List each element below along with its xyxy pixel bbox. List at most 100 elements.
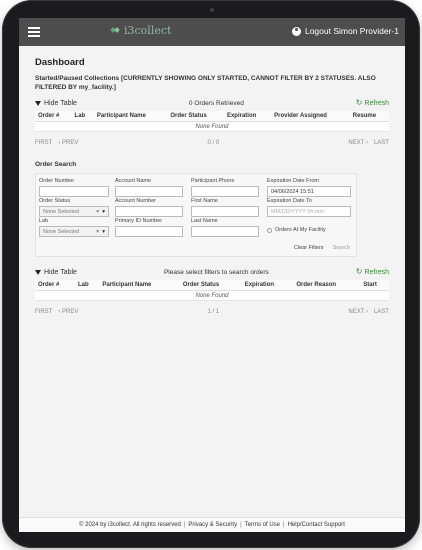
- table-row: None Found: [35, 121, 389, 132]
- terms-link[interactable]: Terms of Use: [245, 522, 280, 528]
- search-results-table: Order # Lab Participant Name Order Status Ex…: [35, 280, 389, 301]
- camera-dot: [210, 8, 214, 12]
- next-page-button[interactable]: NEXT ›: [348, 309, 368, 315]
- last-name-label: Last Name: [191, 218, 218, 224]
- footer-separator: |: [183, 522, 186, 528]
- prev-page-button[interactable]: ‹ PREV: [58, 309, 78, 315]
- main-content: Dashboard Started/Paused Collections [CU…: [19, 46, 405, 532]
- column-header: Start: [360, 280, 389, 291]
- footer-separator: |: [283, 522, 285, 528]
- expiration-to-input[interactable]: MM/DD/YYYY hh:mm: [267, 206, 351, 217]
- expiration-to-field: Expiration Date To MM/DD/YYYY hh:mm: [267, 198, 351, 217]
- privacy-link[interactable]: Privacy & Security: [188, 522, 237, 528]
- lab-field: Lab None Selected × ▾: [39, 218, 109, 237]
- footer-separator: |: [240, 522, 242, 528]
- expiration-from-input[interactable]: 04/06/2024 15:51: [267, 186, 351, 197]
- hide-table-label: Hide Table: [44, 268, 77, 276]
- column-header: Participant Name: [93, 111, 168, 122]
- page-title: Dashboard: [35, 57, 85, 68]
- order-number-input[interactable]: [39, 186, 109, 197]
- orders-retrieved-status: 0 Orders Retrieved: [188, 99, 244, 107]
- expiration-from-label: Expiration Date From: [267, 178, 319, 184]
- column-header: Expiration: [241, 280, 294, 291]
- next-label: NEXT: [348, 140, 365, 146]
- table-header-row: Order # Lab Participant Name Order Status Ex…: [35, 280, 389, 291]
- column-header: Order Status: [167, 111, 224, 122]
- order-status-field: Order Status None Selected × ▾: [39, 198, 109, 217]
- refresh-label: Refresh: [364, 99, 389, 107]
- account-number-label: Account Number: [115, 198, 156, 204]
- clear-selection-icon[interactable]: ×: [96, 209, 99, 215]
- facility-checkbox[interactable]: [267, 227, 272, 233]
- tablet-frame: i3collect Logout Simon Provider-1 Dashbo…: [2, 0, 420, 548]
- clear-filters-button[interactable]: Clear Filters: [294, 245, 324, 251]
- column-header: Resume: [349, 111, 389, 122]
- copyright-text: © 2024 by i3collect. All rights reserved: [79, 522, 181, 528]
- account-number-field: Account Number: [115, 198, 183, 217]
- facility-checkbox-label: Orders At My Facility: [275, 227, 326, 233]
- refresh-button[interactable]: ↻ Refresh: [356, 268, 389, 276]
- account-number-input[interactable]: [115, 206, 183, 217]
- clear-selection-icon[interactable]: ×: [96, 229, 99, 235]
- last-name-field: Last Name: [191, 218, 259, 237]
- first-name-label: First Name: [191, 198, 218, 204]
- empty-message: None Found: [35, 121, 389, 132]
- order-search-form: Order Number Account Name Participant Ph…: [35, 173, 357, 257]
- search-button[interactable]: Search: [333, 245, 350, 251]
- column-header: Provider Assigned: [271, 111, 350, 122]
- column-header: Expiration: [223, 111, 272, 122]
- first-page-button[interactable]: FIRST: [35, 140, 52, 146]
- app-screen: i3collect Logout Simon Provider-1 Dashbo…: [19, 18, 405, 532]
- brand-diamond-icon: [111, 26, 120, 35]
- expiration-from-field: Expiration Date From 04/06/2024 15:51: [267, 178, 351, 197]
- hide-table-toggle[interactable]: Hide Table: [35, 269, 77, 276]
- primary-id-label: Primary ID Number: [115, 218, 163, 224]
- column-header: Order Reason: [293, 280, 361, 291]
- primary-id-input[interactable]: [115, 226, 183, 237]
- chevron-down-icon[interactable]: ▾: [102, 229, 105, 235]
- participant-phone-field: Participant Phone: [191, 178, 259, 197]
- participant-phone-input[interactable]: [191, 186, 259, 197]
- collapse-triangle-icon: [35, 269, 41, 275]
- chevron-down-icon[interactable]: ▾: [102, 209, 105, 215]
- order-status-select[interactable]: None Selected × ▾: [39, 206, 109, 217]
- search-pager: FIRST ‹ PREV 1 / 1 NEXT › LAST: [35, 308, 389, 316]
- collections-table-header: Hide Table 0 Orders Retrieved ↻ Refresh: [35, 98, 389, 108]
- account-name-label: Account Name: [115, 178, 152, 184]
- refresh-icon: ↻: [355, 267, 363, 276]
- refresh-label: Refresh: [364, 268, 389, 276]
- column-header: Lab: [74, 280, 100, 291]
- filter-note: Started/Paused Collections [CURRENTLY SH…: [35, 75, 376, 91]
- hide-table-toggle[interactable]: Hide Table: [35, 100, 77, 107]
- last-page-button[interactable]: LAST: [374, 140, 389, 146]
- help-link[interactable]: Help/Contact Support: [288, 522, 345, 528]
- first-name-input[interactable]: [191, 206, 259, 217]
- search-status: Please select filters to search orders: [163, 268, 269, 276]
- order-number-label: Order Number: [39, 178, 75, 184]
- expiration-to-label: Expiration Date To: [267, 198, 312, 204]
- lab-select[interactable]: None Selected × ▾: [39, 226, 109, 237]
- account-name-input[interactable]: [115, 186, 183, 197]
- column-header: Order #: [35, 111, 72, 122]
- next-page-button[interactable]: NEXT ›: [348, 140, 368, 146]
- collapse-triangle-icon: [35, 100, 41, 106]
- search-table-header: Hide Table Please select filters to sear…: [35, 267, 389, 277]
- column-header: Order #: [35, 280, 75, 291]
- brand-name: i3collect: [124, 24, 172, 37]
- last-page-button[interactable]: LAST: [374, 309, 389, 315]
- hamburger-menu-icon[interactable]: [28, 27, 40, 37]
- logout-button[interactable]: Logout Simon Provider-1: [291, 26, 399, 36]
- prev-page-button[interactable]: ‹ PREV: [58, 140, 78, 146]
- first-page-button[interactable]: FIRST: [35, 309, 52, 315]
- user-circle-icon: [291, 26, 301, 36]
- order-search-title: Order Search: [35, 161, 77, 168]
- column-header: Participant Name: [99, 280, 180, 291]
- lab-value: None Selected: [43, 228, 80, 235]
- collections-table: Order # Lab Participant Name Order Status Ex…: [35, 111, 389, 132]
- page-indicator: 0 / 0: [207, 140, 220, 146]
- last-name-input[interactable]: [191, 226, 259, 237]
- refresh-button[interactable]: ↻ Refresh: [356, 99, 389, 107]
- search-actions: Clear Filters Search: [294, 245, 350, 251]
- lab-label: Lab: [39, 218, 49, 224]
- prev-label: PREV: [62, 140, 79, 146]
